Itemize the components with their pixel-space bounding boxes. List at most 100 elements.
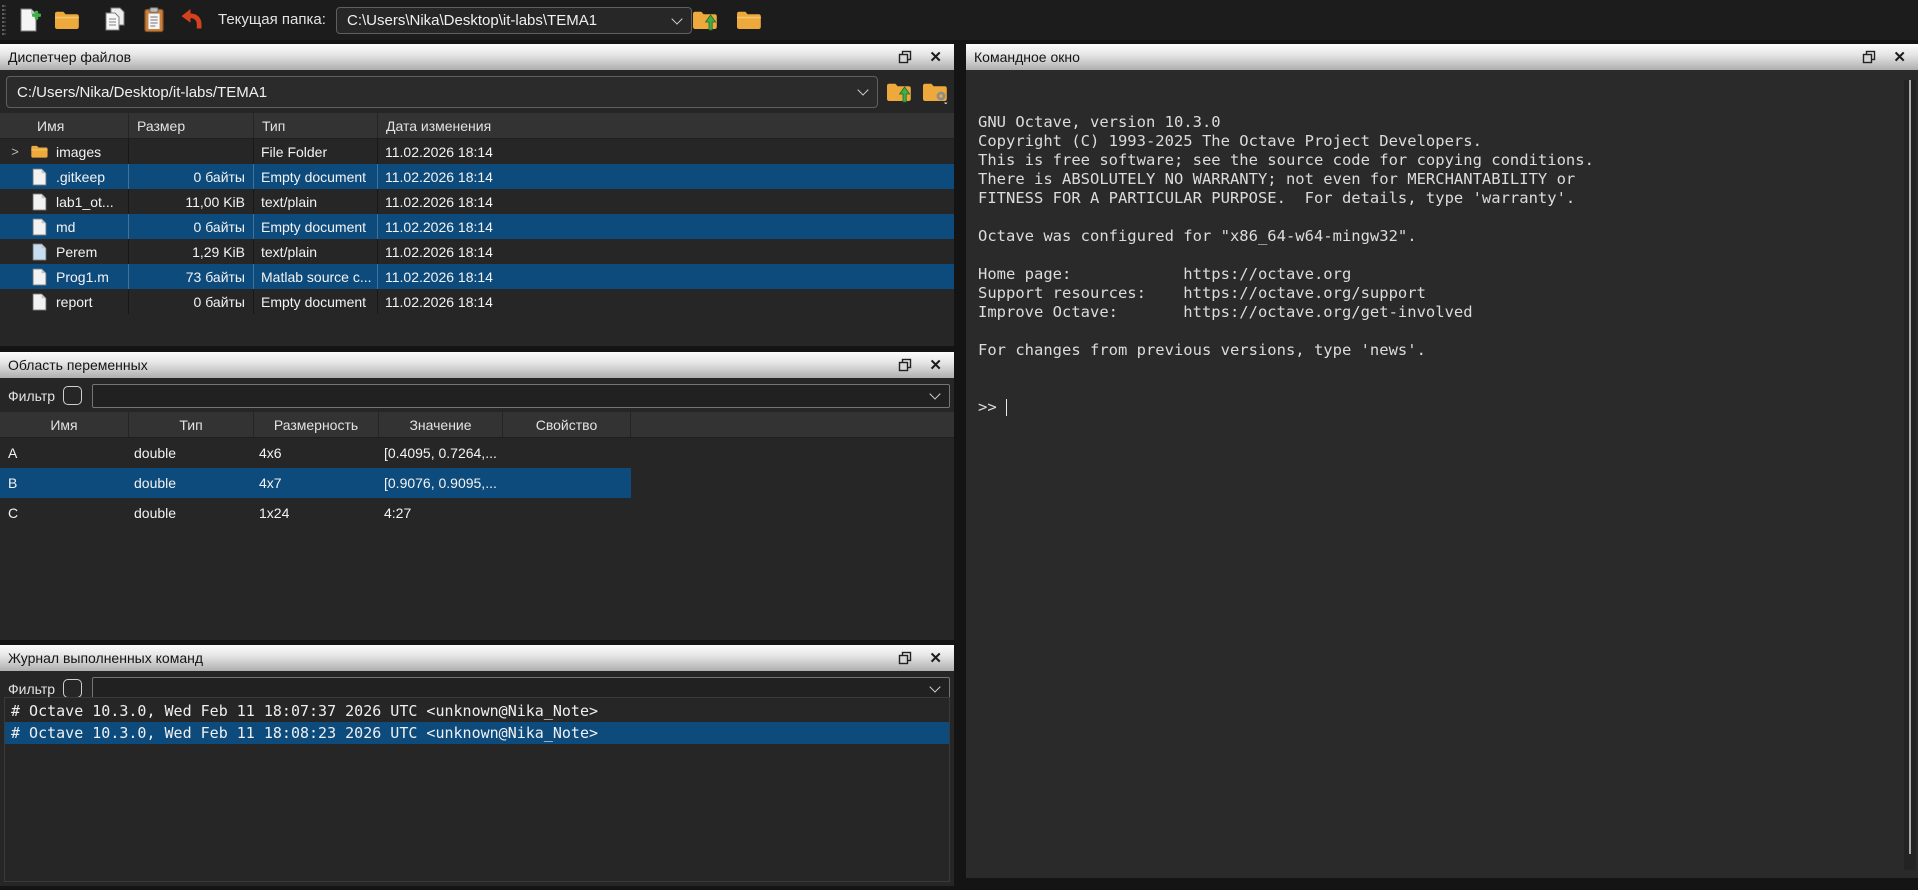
open-file-button[interactable]: [52, 6, 82, 34]
column-header-Свойство[interactable]: Свойство: [503, 412, 631, 437]
open-folder-icon: [54, 7, 80, 33]
file-row[interactable]: report0 байтыEmpty document11.02.2026 18…: [0, 289, 954, 314]
file-row[interactable]: .gitkeep0 байтыEmpty document11.02.2026 …: [0, 164, 954, 189]
file-browser-panel: C:/Users/Nika/Desktop/it-labs/TEMA1 ИмяР…: [0, 70, 954, 346]
variable-row[interactable]: Adouble4x6[0.4095, 0.7264,...: [0, 438, 631, 468]
column-header-Значение[interactable]: Значение: [379, 412, 503, 437]
file-table-header: ИмяРазмерТипДата изменения: [0, 113, 954, 139]
undock-icon[interactable]: [898, 358, 912, 372]
close-panel-icon[interactable]: ✕: [929, 358, 942, 373]
close-panel-icon[interactable]: ✕: [1893, 50, 1906, 65]
file-icon: [28, 218, 50, 236]
history-entry[interactable]: # Octave 10.3.0, Wed Feb 11 18:08:23 202…: [5, 722, 949, 744]
variable-type-cell: double: [129, 445, 254, 461]
chevron-down-icon: [671, 13, 682, 24]
vertical-scrollbar[interactable]: [1904, 80, 1916, 870]
paste-button[interactable]: [139, 6, 169, 34]
file-browser-path-combobox[interactable]: C:/Users/Nika/Desktop/it-labs/TEMA1: [6, 76, 878, 108]
filter-checkbox[interactable]: [63, 679, 82, 698]
workspace-filter-combobox[interactable]: [92, 384, 950, 408]
expand-chevron-icon[interactable]: >: [8, 144, 22, 159]
variable-row[interactable]: Bdouble4x7[0.9076, 0.9095,...: [0, 468, 631, 498]
filter-label: Фильтр: [8, 388, 55, 404]
workspace-filter-row: Фильтр: [0, 383, 954, 411]
close-panel-icon[interactable]: ✕: [929, 50, 942, 65]
folder-icon: [28, 144, 50, 159]
file-type-cell: Empty document: [254, 164, 378, 189]
current-folder-label: Текущая папка:: [218, 11, 326, 28]
browse-folder-button[interactable]: [734, 6, 764, 34]
folder-up-button-2[interactable]: [884, 78, 914, 106]
filter-checkbox[interactable]: [63, 386, 82, 405]
column-header-Размерность[interactable]: Размерность: [254, 412, 379, 437]
file-row[interactable]: >imagesFile Folder11.02.2026 18:14: [0, 139, 954, 164]
file-icon: [28, 193, 50, 211]
variable-row[interactable]: Cdouble1x244:27: [0, 498, 631, 528]
file-type-cell: Empty document: [254, 289, 378, 314]
history-panel: Фильтр # Octave 10.3.0, Wed Feb 11 18:07…: [0, 671, 954, 886]
file-size-cell: 0 байты: [129, 214, 254, 239]
variable-dim-cell: 4x7: [254, 475, 379, 491]
folder-gear-icon: [922, 80, 948, 104]
command-window-titlebar[interactable]: Командное окно ✕: [966, 44, 1918, 70]
history-list: # Octave 10.3.0, Wed Feb 11 18:07:37 202…: [4, 697, 950, 882]
file-date-cell: 11.02.2026 18:14: [378, 164, 954, 189]
console-text: GNU Octave, version 10.3.0 Copyright (C)…: [978, 113, 1900, 360]
new-script-button[interactable]: [14, 6, 44, 34]
variable-type-cell: double: [129, 475, 254, 491]
folder-icon: [736, 7, 762, 33]
file-browser-path: C:/Users/Nika/Desktop/it-labs/TEMA1: [17, 84, 859, 101]
command-window-title: Командное окно: [966, 49, 1862, 65]
folder-up-icon: [886, 80, 912, 104]
workspace-panel: Фильтр ИмяТипРазмерностьЗначениеСвойство…: [0, 378, 954, 640]
undock-icon[interactable]: [1862, 50, 1876, 64]
file-icon: [28, 243, 50, 261]
column-header-Тип[interactable]: Тип: [129, 412, 254, 437]
variable-dim-cell: 4x6: [254, 445, 379, 461]
file-row[interactable]: md0 байтыEmpty document11.02.2026 18:14: [0, 214, 954, 239]
column-header-Дата изменения[interactable]: Дата изменения: [378, 113, 954, 138]
file-name-cell: Perem: [0, 239, 129, 264]
command-window-panel[interactable]: GNU Octave, version 10.3.0 Copyright (C)…: [966, 70, 1918, 878]
workspace-titlebar[interactable]: Область переменных ✕: [0, 352, 954, 378]
workspace-title: Область переменных: [0, 357, 898, 373]
file-name-label: .gitkeep: [56, 169, 105, 185]
undo-icon: [179, 7, 205, 33]
column-header-Размер[interactable]: Размер: [129, 113, 254, 138]
file-row[interactable]: Perem1,29 KiBtext/plain11.02.2026 18:14: [0, 239, 954, 264]
column-header-Тип[interactable]: Тип: [254, 113, 378, 138]
undock-icon[interactable]: [898, 50, 912, 64]
history-entry[interactable]: # Octave 10.3.0, Wed Feb 11 18:07:37 202…: [5, 700, 949, 722]
undock-icon[interactable]: [898, 651, 912, 665]
file-row[interactable]: Prog1.m73 байтыMatlab source c...11.02.2…: [0, 264, 954, 289]
variable-type-cell: double: [129, 505, 254, 521]
file-date-cell: 11.02.2026 18:14: [378, 139, 954, 164]
copy-button[interactable]: [100, 6, 130, 34]
current-folder-combobox[interactable]: C:\Users\Nika\Desktop\it-labs\TEMA1: [336, 7, 692, 34]
file-size-cell: [129, 139, 254, 164]
file-date-cell: 11.02.2026 18:14: [378, 264, 954, 289]
folder-up-button[interactable]: [690, 6, 720, 34]
column-header-Имя[interactable]: Имя: [0, 412, 129, 437]
filter-label: Фильтр: [8, 681, 55, 697]
close-panel-icon[interactable]: ✕: [929, 651, 942, 666]
file-row[interactable]: lab1_ot...11,00 KiBtext/plain11.02.2026 …: [0, 189, 954, 214]
variable-list: Adouble4x6[0.4095, 0.7264,...Bdouble4x7[…: [0, 438, 954, 528]
chevron-down-icon: [929, 681, 940, 692]
history-title: Журнал выполненных команд: [0, 650, 898, 666]
file-browser-titlebar[interactable]: Диспетчер файлов ✕: [0, 44, 954, 70]
scrollbar-thumb[interactable]: [1909, 80, 1911, 854]
file-list: >imagesFile Folder11.02.2026 18:14.gitke…: [0, 139, 954, 314]
undo-button[interactable]: [177, 6, 207, 34]
console-output[interactable]: GNU Octave, version 10.3.0 Copyright (C)…: [978, 75, 1900, 874]
file-type-cell: text/plain: [254, 239, 378, 264]
header-filler: [631, 412, 954, 437]
column-header-Имя[interactable]: Имя: [0, 113, 129, 138]
toolbar-drag-handle[interactable]: [2, 5, 6, 35]
folder-up-icon: [692, 7, 718, 33]
history-titlebar[interactable]: Журнал выполненных команд ✕: [0, 645, 954, 671]
folder-actions-button[interactable]: [920, 78, 950, 106]
chevron-down-icon: [929, 388, 940, 399]
file-browser-title: Диспетчер файлов: [0, 49, 898, 65]
variable-name-cell: C: [0, 505, 129, 521]
